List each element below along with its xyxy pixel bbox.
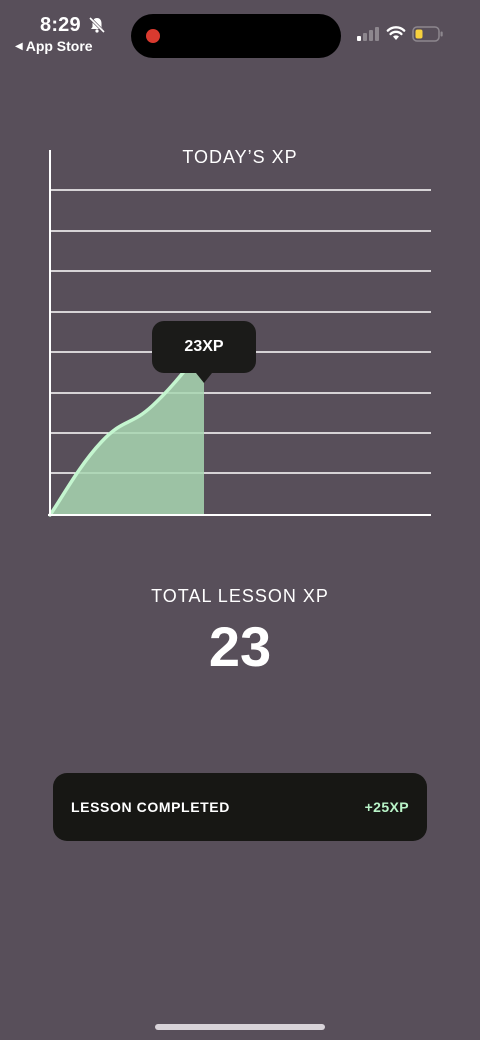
- home-indicator[interactable]: [155, 1024, 325, 1030]
- wifi-icon: [386, 25, 406, 46]
- bell-slash-icon: [88, 16, 106, 39]
- back-to-app-store[interactable]: ◀ App Store: [15, 38, 93, 54]
- lesson-completed-label: LESSON COMPLETED: [71, 799, 230, 815]
- lesson-completed-card: LESSON COMPLETED +25XP: [53, 773, 427, 841]
- back-caret-icon: ◀: [15, 40, 23, 52]
- status-time: 8:29: [40, 14, 81, 36]
- signal-icon: [357, 27, 379, 46]
- xp-tooltip: 23XP: [152, 321, 256, 383]
- total-lesson-xp-value: 23: [208, 615, 272, 678]
- lesson-xp-reward: +25XP: [364, 799, 409, 815]
- recording-indicator-icon: [146, 29, 160, 43]
- status-bar: 8:29 ◀ App Store: [0, 0, 480, 64]
- back-app-label: App Store: [25, 38, 93, 54]
- total-lesson-xp-label: TOTAL LESSON XP: [151, 586, 329, 606]
- dynamic-island: [131, 14, 341, 58]
- battery-icon: [412, 26, 444, 47]
